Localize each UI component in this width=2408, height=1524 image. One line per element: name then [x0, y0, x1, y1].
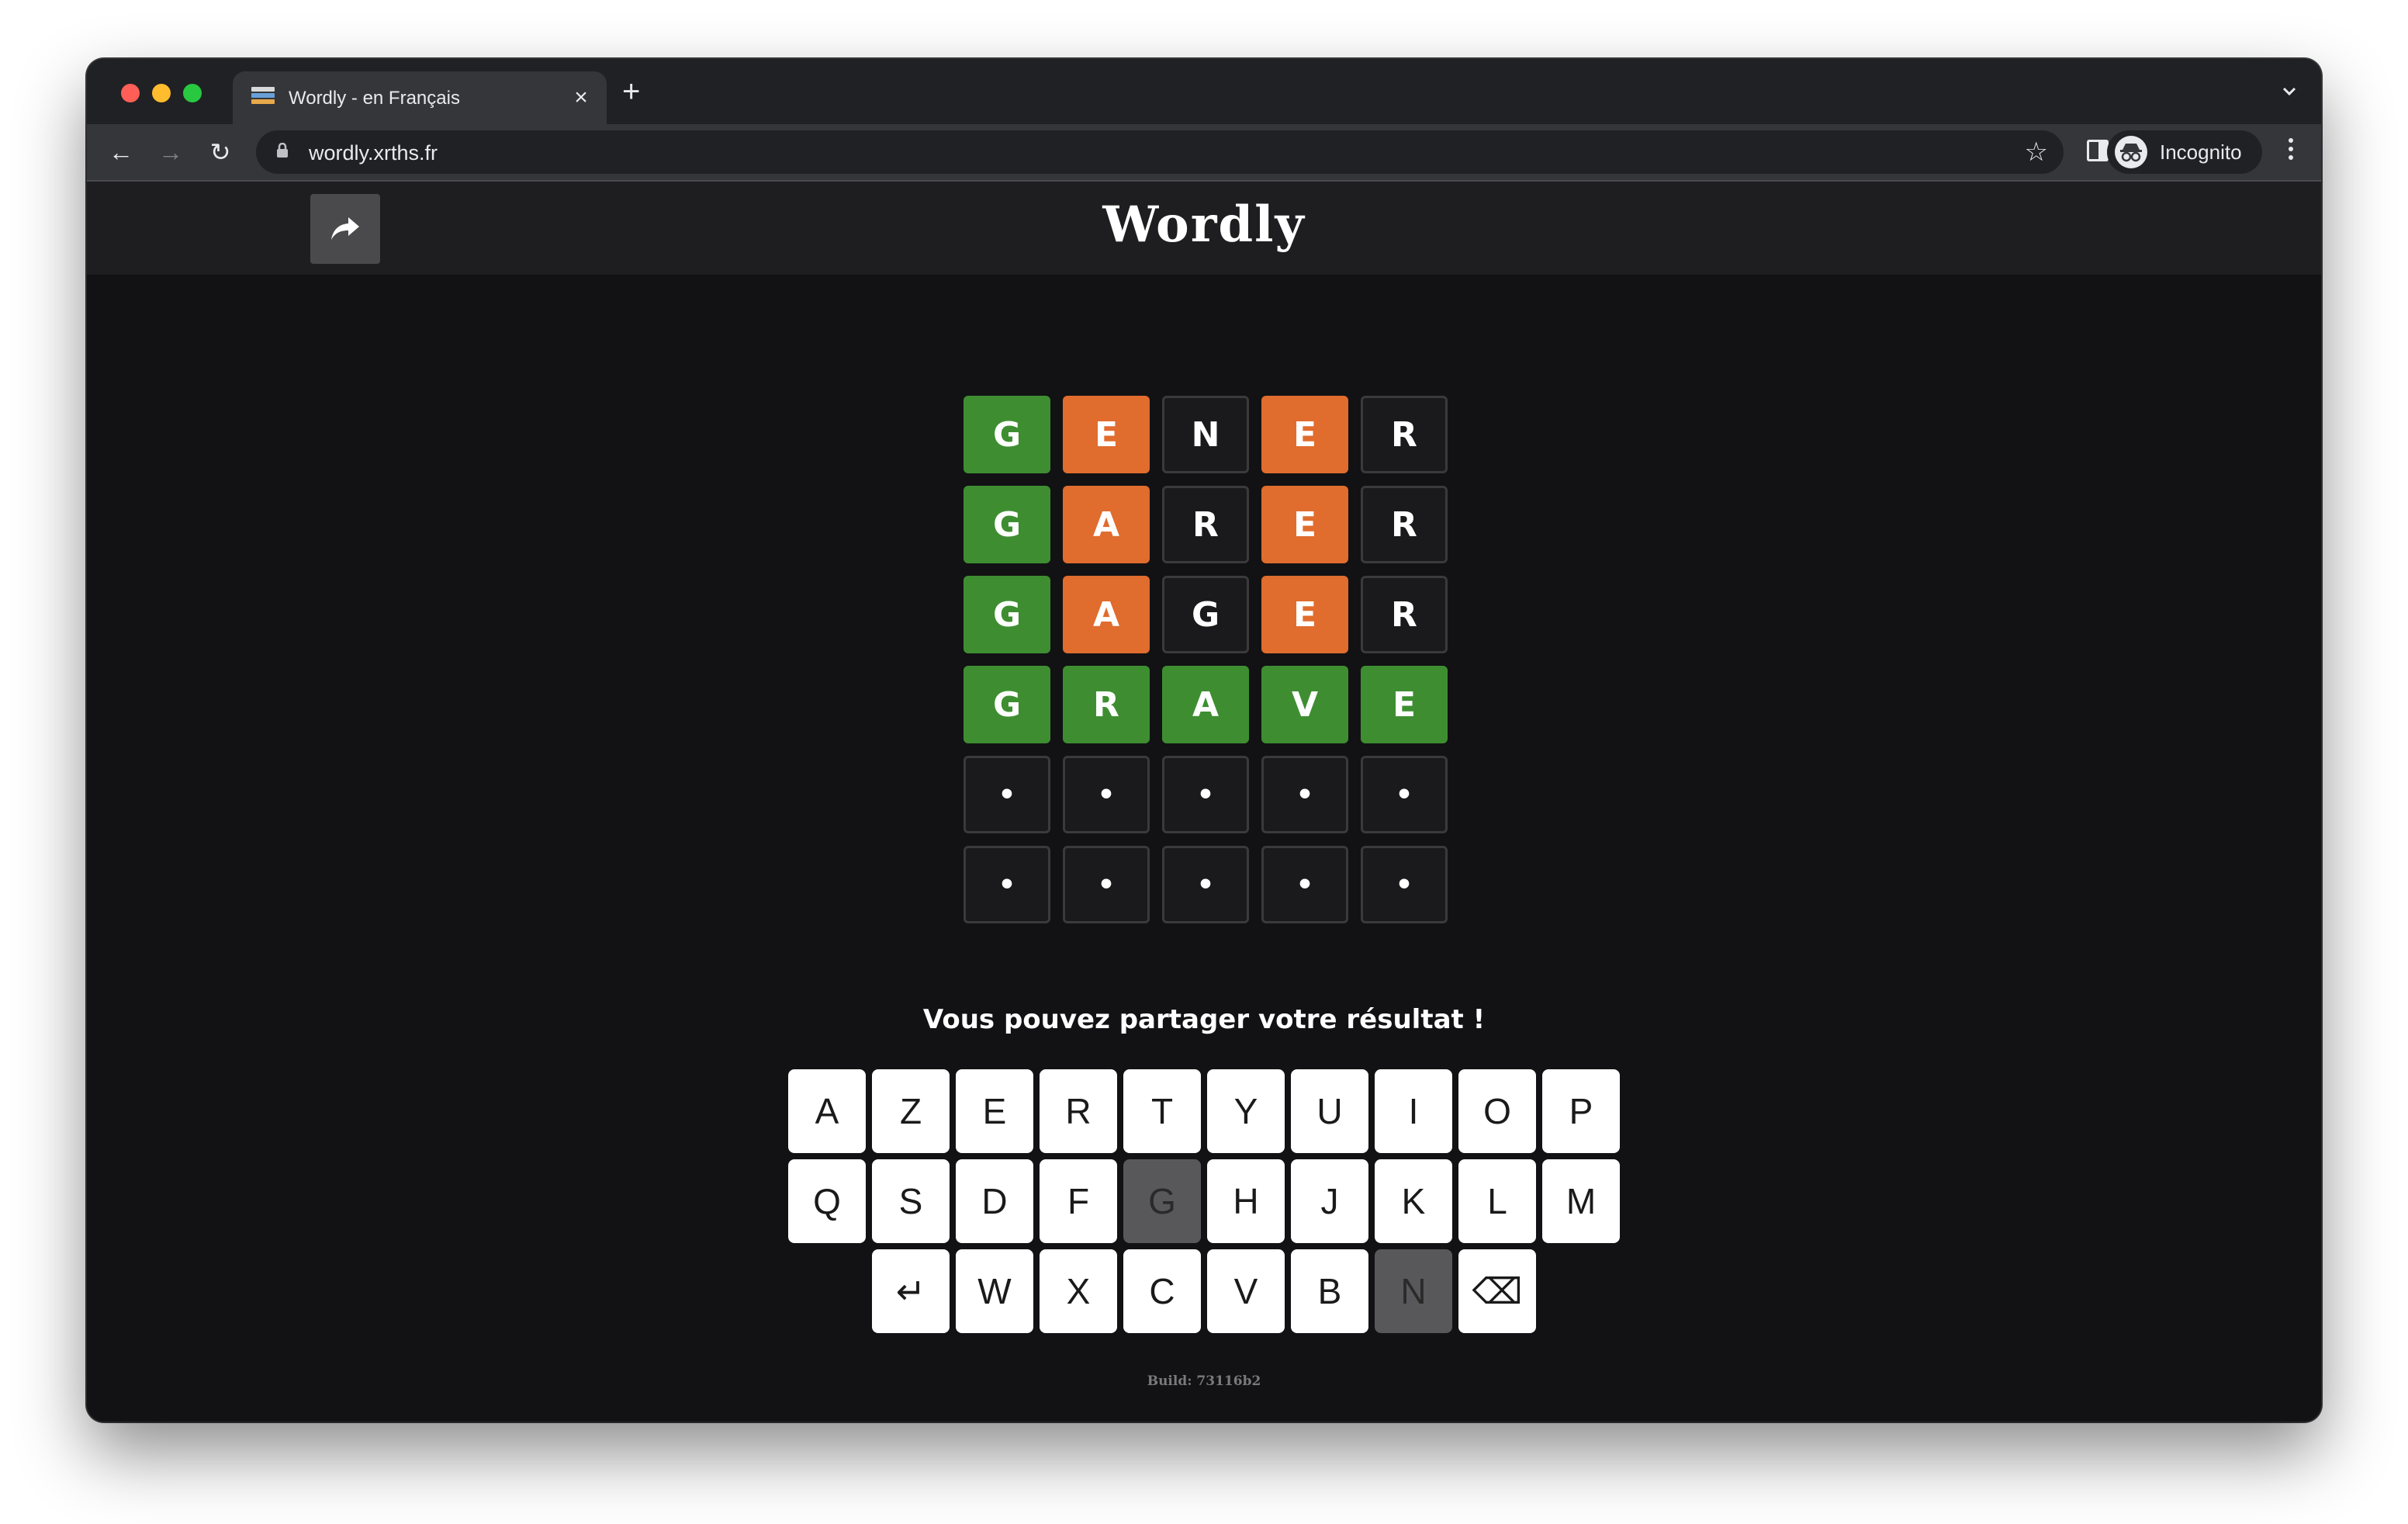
- grid-cell: E: [1261, 486, 1348, 563]
- address-bar[interactable]: wordly.xrths.fr ☆: [256, 130, 2064, 174]
- grid-cell: G: [964, 486, 1050, 563]
- grid-cell: G: [1162, 576, 1249, 653]
- key-i[interactable]: I: [1375, 1069, 1452, 1153]
- grid-cell: •: [964, 846, 1050, 923]
- grid-row: • • • • •: [964, 846, 1448, 923]
- app-logo: Wordly: [1102, 196, 1306, 254]
- tab-close-icon[interactable]: ×: [569, 82, 593, 113]
- key-b[interactable]: B: [1291, 1249, 1368, 1333]
- url-text[interactable]: wordly.xrths.fr: [309, 141, 438, 165]
- browser-window: Wordly - en Français × + ← → ↻ wordly.xr…: [87, 59, 2321, 1422]
- grid-cell: G: [964, 396, 1050, 473]
- grid-cell: A: [1063, 576, 1150, 653]
- key-q[interactable]: Q: [788, 1159, 866, 1243]
- key-g[interactable]: G: [1123, 1159, 1201, 1243]
- grid-cell: E: [1361, 666, 1448, 743]
- key-r[interactable]: R: [1040, 1069, 1117, 1153]
- key-s[interactable]: S: [872, 1159, 950, 1243]
- grid-cell: E: [1063, 396, 1150, 473]
- grid-cell: •: [1162, 846, 1249, 923]
- forward-button[interactable]: →: [154, 135, 188, 169]
- key-v[interactable]: V: [1207, 1249, 1285, 1333]
- key-j[interactable]: J: [1291, 1159, 1368, 1243]
- app-header: Wordly: [87, 182, 2321, 275]
- incognito-icon: [2115, 136, 2147, 168]
- key-e[interactable]: E: [956, 1069, 1033, 1153]
- key-z[interactable]: Z: [872, 1069, 950, 1153]
- key-o[interactable]: O: [1458, 1069, 1536, 1153]
- grid-row: GRAVE: [964, 666, 1448, 743]
- key-u[interactable]: U: [1291, 1069, 1368, 1153]
- grid-row: GENER: [964, 396, 1448, 473]
- side-panel-icon[interactable]: [2087, 140, 2109, 161]
- grid-cell: E: [1261, 396, 1348, 473]
- keyboard-row: AZERTYUIOP: [87, 1069, 2321, 1153]
- browser-menu-icon[interactable]: [2289, 138, 2295, 164]
- key-m[interactable]: M: [1542, 1159, 1620, 1243]
- key-p[interactable]: P: [1542, 1069, 1620, 1153]
- wordly-page: Wordly G E N E R G A R E R G A G E R G R A V E • • • • • • • • • • Vo…: [87, 182, 2321, 1422]
- grid-cell: R: [1162, 486, 1249, 563]
- key-y[interactable]: Y: [1207, 1069, 1285, 1153]
- grid-cell: •: [1261, 846, 1348, 923]
- zoom-window-button[interactable]: [183, 84, 202, 102]
- key-k[interactable]: K: [1375, 1159, 1452, 1243]
- favicon-icon: [251, 87, 275, 109]
- key-x[interactable]: X: [1040, 1249, 1117, 1333]
- grid-cell: G: [964, 576, 1050, 653]
- incognito-label: Incognito: [2160, 140, 2242, 164]
- grid-cell: N: [1162, 396, 1249, 473]
- grid-cell: •: [1063, 846, 1150, 923]
- build-label: Build: 73116b2: [1147, 1373, 1261, 1389]
- grid-cell: R: [1361, 396, 1448, 473]
- incognito-profile-button[interactable]: Incognito: [2107, 130, 2262, 174]
- grid-cell: R: [1361, 486, 1448, 563]
- grid-cell: •: [1361, 756, 1448, 833]
- grid-cell: E: [1261, 576, 1348, 653]
- guess-grid: G E N E R G A R E R G A G E R G R A V E • • • • • • • • • •: [964, 396, 1448, 936]
- grid-cell: V: [1261, 666, 1348, 743]
- lock-icon: [277, 143, 288, 158]
- enter-key[interactable]: ↵: [872, 1249, 950, 1333]
- bookmark-star-icon[interactable]: ☆: [2025, 137, 2048, 168]
- close-window-button[interactable]: [121, 84, 140, 102]
- back-button[interactable]: ←: [104, 135, 138, 169]
- key-a[interactable]: A: [788, 1069, 866, 1153]
- grid-cell: A: [1063, 486, 1150, 563]
- grid-cell: •: [1361, 846, 1448, 923]
- on-screen-keyboard: A Z E R T Y U I O P Q S D F G H J K L M ↵ W X C V B N ⌫: [87, 1069, 2321, 1339]
- key-l[interactable]: L: [1458, 1159, 1536, 1243]
- key-w[interactable]: W: [956, 1249, 1033, 1333]
- reload-button[interactable]: ↻: [203, 135, 237, 169]
- backspace-key[interactable]: ⌫: [1458, 1249, 1536, 1333]
- new-tab-button[interactable]: +: [622, 76, 640, 107]
- grid-row: GAGER: [964, 576, 1448, 653]
- grid-cell: •: [1162, 756, 1249, 833]
- key-n[interactable]: N: [1375, 1249, 1452, 1333]
- active-tab[interactable]: Wordly - en Français ×: [233, 71, 607, 124]
- grid-cell: •: [964, 756, 1050, 833]
- grid-cell: R: [1361, 576, 1448, 653]
- tab-search-chevron-icon[interactable]: [2281, 82, 2298, 99]
- key-c[interactable]: C: [1123, 1249, 1201, 1333]
- tab-strip: Wordly - en Français × +: [87, 59, 2321, 124]
- key-h[interactable]: H: [1207, 1159, 1285, 1243]
- grid-cell: •: [1063, 756, 1150, 833]
- grid-row: GARER: [964, 486, 1448, 563]
- grid-cell: G: [964, 666, 1050, 743]
- grid-cell: •: [1261, 756, 1348, 833]
- key-d[interactable]: D: [956, 1159, 1033, 1243]
- browser-toolbar: ← → ↻ wordly.xrths.fr ☆ Incognito: [87, 124, 2321, 182]
- grid-cell: R: [1063, 666, 1150, 743]
- keyboard-row: QSDFGHJKLM: [87, 1159, 2321, 1243]
- keyboard-row: ↵ W X C V B N ⌫: [87, 1249, 2321, 1333]
- minimize-window-button[interactable]: [152, 84, 171, 102]
- key-t[interactable]: T: [1123, 1069, 1201, 1153]
- key-f[interactable]: F: [1040, 1159, 1117, 1243]
- grid-cell: A: [1162, 666, 1249, 743]
- grid-row: • • • • •: [964, 756, 1448, 833]
- tab-title: Wordly - en Français: [289, 88, 460, 109]
- share-message: Vous pouvez partager votre résultat !: [922, 1004, 1486, 1035]
